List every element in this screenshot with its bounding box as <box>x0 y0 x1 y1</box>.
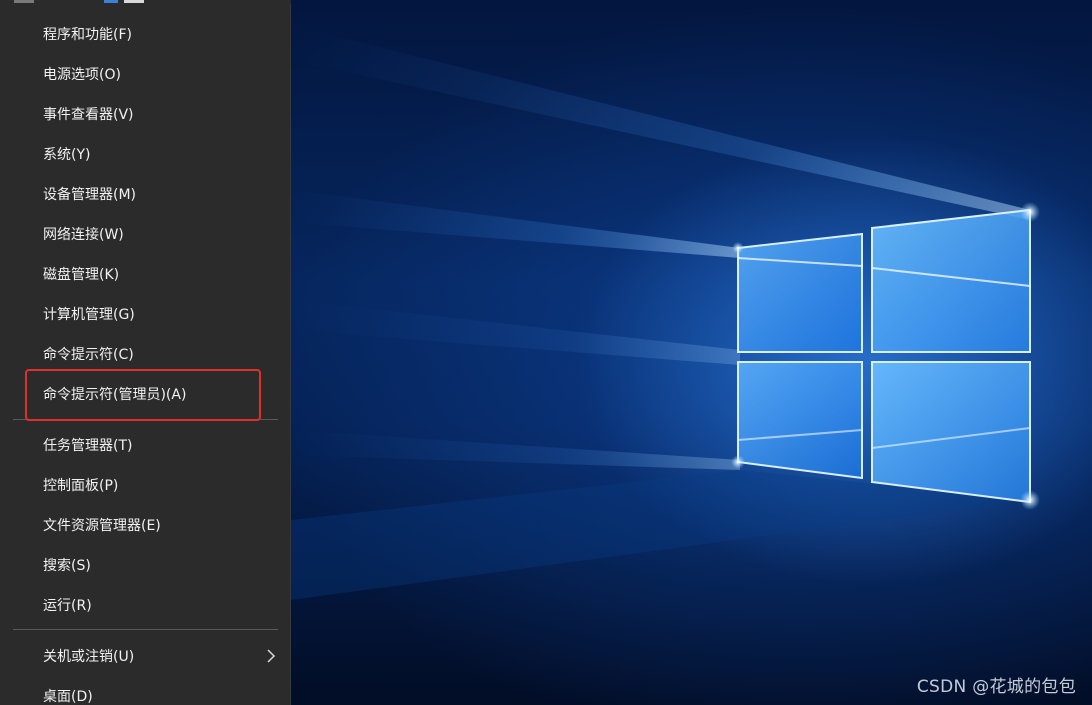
menu-item-label: 命令提示符(C) <box>43 347 134 363</box>
menu-item-device-manager[interactable]: 设备管理器(M) <box>0 174 290 214</box>
top-strip <box>0 0 291 4</box>
menu-item-power-options[interactable]: 电源选项(O) <box>0 54 290 94</box>
menu-item-system[interactable]: 系统(Y) <box>0 134 290 174</box>
watermark-text: CSDN @花城的包包 <box>916 677 1076 697</box>
menu-item-command-prompt[interactable]: 命令提示符(C) <box>0 334 290 374</box>
menu-separator <box>13 419 278 420</box>
menu-item-file-explorer[interactable]: 文件资源管理器(E) <box>0 505 290 545</box>
menu-item-event-viewer[interactable]: 事件查看器(V) <box>0 94 290 134</box>
menu-item-network-connections[interactable]: 网络连接(W) <box>0 214 290 254</box>
menu-item-label: 磁盘管理(K) <box>43 267 120 283</box>
taskbar-icon-fragment <box>14 0 34 3</box>
menu-item-shutdown-or-sign-out[interactable]: 关机或注销(U) <box>0 636 290 676</box>
chevron-right-icon <box>267 649 276 663</box>
menu-item-label: 任务管理器(T) <box>43 438 133 454</box>
menu-item-disk-management[interactable]: 磁盘管理(K) <box>0 254 290 294</box>
menu-item-programs-and-features[interactable]: 程序和功能(F) <box>0 14 290 54</box>
menu-item-computer-management[interactable]: 计算机管理(G) <box>0 294 290 334</box>
taskbar-icon-fragment <box>104 0 118 3</box>
menu-item-label: 设备管理器(M) <box>43 187 137 203</box>
menu-item-search[interactable]: 搜索(S) <box>0 545 290 585</box>
menu-item-label: 桌面(D) <box>43 689 93 705</box>
menu-item-label: 系统(Y) <box>43 147 91 163</box>
menu-item-label: 计算机管理(G) <box>43 307 135 323</box>
winx-quick-link-menu: 程序和功能(F) 电源选项(O) 事件查看器(V) 系统(Y) 设备管理器(M)… <box>0 0 291 705</box>
menu-item-control-panel[interactable]: 控制面板(P) <box>0 465 290 505</box>
menu-separator <box>13 629 278 630</box>
menu-item-command-prompt-admin[interactable]: 命令提示符(管理员)(A) <box>0 374 290 414</box>
menu-item-label: 事件查看器(V) <box>43 107 134 123</box>
menu-item-label: 运行(R) <box>43 598 92 614</box>
menu-item-task-manager[interactable]: 任务管理器(T) <box>0 425 290 465</box>
menu-item-label: 命令提示符(管理员)(A) <box>43 387 187 403</box>
menu-item-label: 关机或注销(U) <box>43 649 135 665</box>
menu-item-label: 文件资源管理器(E) <box>43 518 161 534</box>
menu-item-label: 搜索(S) <box>43 558 91 574</box>
menu-item-desktop[interactable]: 桌面(D) <box>0 676 290 705</box>
taskbar-icon-fragment <box>124 0 144 3</box>
menu-item-label: 网络连接(W) <box>43 227 124 243</box>
menu-item-label: 控制面板(P) <box>43 478 119 494</box>
menu-item-label: 程序和功能(F) <box>43 27 132 43</box>
menu-item-label: 电源选项(O) <box>43 67 121 83</box>
menu-item-run[interactable]: 运行(R) <box>0 585 290 625</box>
screen: CSDN @花城的包包 程序和功能(F) 电源选项(O) 事件查看器(V) 系统… <box>0 0 1092 705</box>
